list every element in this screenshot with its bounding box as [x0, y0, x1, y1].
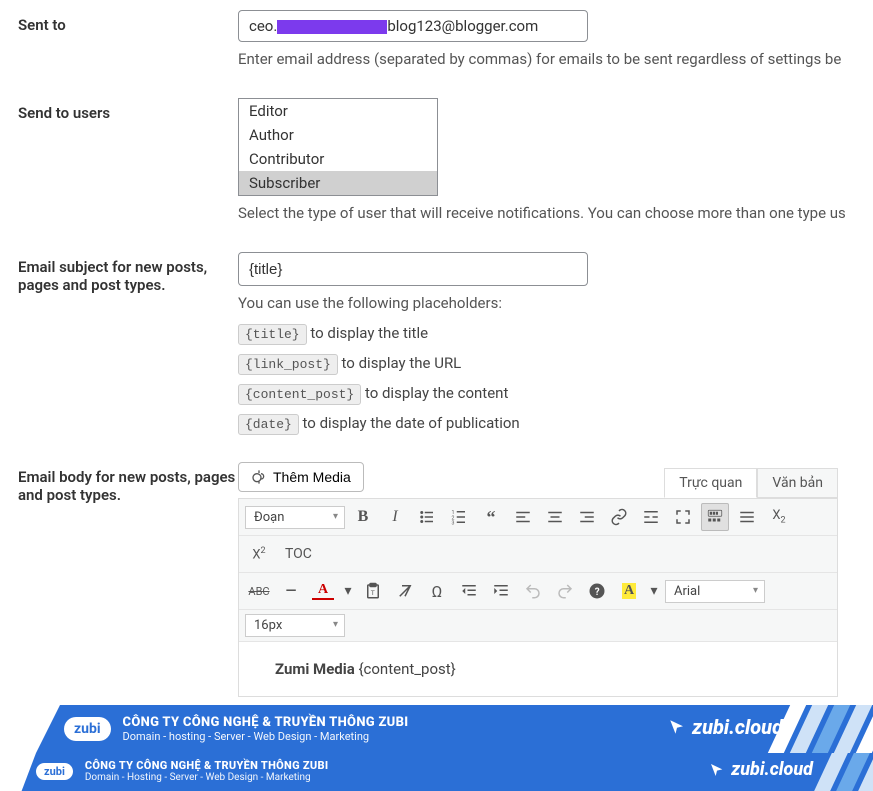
svg-text:T: T — [371, 589, 375, 597]
help-button[interactable]: ? — [583, 577, 611, 605]
svg-text:?: ? — [595, 587, 600, 598]
user-option-editor[interactable]: Editor — [239, 99, 437, 123]
horizontal-rule-button[interactable]: — — [277, 577, 305, 605]
sent-to-label: Sent to — [18, 10, 238, 68]
text-color-dropdown[interactable]: ▾ — [341, 577, 355, 605]
highlight-color-dropdown[interactable]: ▾ — [647, 577, 661, 605]
placeholder-code: {title} — [238, 324, 307, 345]
zubi-logo: zubi — [64, 717, 111, 741]
placeholder-line-link: {link_post} to display the URL — [238, 354, 873, 372]
email-body-label: Email body for new posts, pages and post… — [18, 462, 238, 697]
add-media-label: Thêm Media — [273, 469, 351, 485]
send-to-users-help: Select the type of user that will receiv… — [238, 204, 873, 222]
wysiwyg-editor: Đoạn B I 123 “ X2 — [238, 498, 838, 697]
align-left-button[interactable] — [509, 503, 537, 531]
banner-slashes — [779, 705, 873, 753]
cursor-icon — [709, 762, 725, 778]
banner-services: Domain - Hosting - Server - Web Design -… — [85, 772, 329, 783]
banner-site-top: zubi.cloud — [668, 715, 783, 739]
link-button[interactable] — [605, 503, 633, 531]
numbered-list-button[interactable]: 123 — [445, 503, 473, 531]
svg-text:3: 3 — [452, 521, 455, 527]
tab-visual[interactable]: Trực quan — [664, 468, 757, 498]
sent-to-input[interactable]: ceo. blog123@blogger.com — [238, 10, 588, 42]
toolbar-toggle-button[interactable] — [701, 503, 729, 531]
banner-bottom-row[interactable]: zubi CÔNG TY CÔNG NGHỆ & TRUYỀN THÔNG ZU… — [0, 753, 873, 791]
sent-to-value-prefix: ceo. — [249, 17, 277, 35]
paste-text-button[interactable]: T — [359, 577, 387, 605]
bold-button[interactable]: B — [349, 503, 377, 531]
format-select[interactable]: Đoạn — [245, 506, 345, 529]
banner-services: Domain - hosting - Server - Web Design -… — [123, 730, 409, 743]
editor-content-area[interactable]: Zumi Media {content_post} — [239, 642, 837, 696]
send-to-users-select[interactable]: Editor Author Contributor Subscriber — [238, 98, 438, 196]
bullet-list-button[interactable] — [413, 503, 441, 531]
footer-banner: zubi CÔNG TY CÔNG NGHỆ & TRUYỀN THÔNG ZU… — [0, 705, 873, 791]
highlight-color-button[interactable]: A — [615, 577, 643, 605]
email-subject-input[interactable] — [238, 252, 588, 286]
superscript-button[interactable]: X2 — [245, 540, 273, 568]
special-character-button[interactable]: Ω — [423, 577, 451, 605]
tab-text[interactable]: Văn bản — [757, 468, 838, 498]
toolbar-row-4: 16px — [239, 610, 837, 642]
align-right-button[interactable] — [573, 503, 601, 531]
read-more-button[interactable] — [637, 503, 665, 531]
placeholders-intro: You can use the following placeholders: — [238, 294, 873, 312]
banner-notch — [0, 705, 60, 753]
placeholder-code: {link_post} — [238, 354, 338, 375]
zubi-logo: zubi — [36, 763, 73, 780]
sent-to-value-suffix: blog123@blogger.com — [387, 17, 538, 35]
add-media-button[interactable]: Thêm Media — [238, 462, 364, 492]
banner-slashes — [823, 753, 873, 791]
subscript-button[interactable]: X2 — [765, 503, 793, 531]
user-option-contributor[interactable]: Contributor — [239, 147, 437, 171]
banner-site-bottom: zubi.cloud — [709, 759, 813, 780]
font-family-select[interactable]: Arial — [665, 580, 765, 603]
placeholder-code: {content_post} — [238, 384, 361, 405]
clear-formatting-button[interactable] — [391, 577, 419, 605]
align-justify-button[interactable] — [733, 503, 761, 531]
media-icon — [251, 469, 267, 485]
banner-company: CÔNG TY CÔNG NGHỆ & TRUYỀN THÔNG ZUBI — [123, 715, 409, 730]
fullscreen-button[interactable] — [669, 503, 697, 531]
send-to-users-label: Send to users — [18, 98, 238, 222]
placeholder-line-content: {content_post} to display the content — [238, 384, 873, 402]
sent-to-help: Enter email address (separated by commas… — [238, 50, 873, 68]
user-option-subscriber[interactable]: Subscriber — [239, 171, 437, 195]
font-size-select[interactable]: 16px — [245, 614, 345, 637]
banner-notch — [0, 753, 36, 791]
editor-content-rest: {content_post} — [355, 660, 456, 678]
banner-top-row[interactable]: zubi CÔNG TY CÔNG NGHỆ & TRUYỀN THÔNG ZU… — [0, 705, 873, 753]
redacted-segment — [277, 20, 387, 34]
user-option-author[interactable]: Author — [239, 123, 437, 147]
placeholder-line-title: {title} to display the title — [238, 324, 873, 342]
text-color-button[interactable]: A — [309, 577, 337, 605]
strikethrough-button[interactable]: ABC — [245, 577, 273, 605]
outdent-button[interactable] — [455, 577, 483, 605]
cursor-icon — [668, 718, 686, 736]
editor-content-bold: Zumi Media — [275, 660, 355, 678]
indent-button[interactable] — [487, 577, 515, 605]
toc-button[interactable]: TOC — [277, 542, 320, 566]
undo-button[interactable] — [519, 577, 547, 605]
align-center-button[interactable] — [541, 503, 569, 531]
placeholder-line-date: {date} to display the date of publicatio… — [238, 414, 873, 432]
toolbar-row-3: ABC — A ▾ T Ω ? A ▾ Arial — [239, 573, 837, 610]
italic-button[interactable]: I — [381, 503, 409, 531]
blockquote-button[interactable]: “ — [477, 503, 505, 531]
banner-company: CÔNG TY CÔNG NGHỆ & TRUYỀN THÔNG ZUBI — [85, 759, 329, 772]
placeholder-code: {date} — [238, 414, 299, 435]
toolbar-row-2: X2 TOC — [239, 536, 837, 573]
email-subject-label: Email subject for new posts, pages and p… — [18, 252, 238, 432]
redo-button[interactable] — [551, 577, 579, 605]
toolbar-row-1: Đoạn B I 123 “ X2 — [239, 499, 837, 536]
